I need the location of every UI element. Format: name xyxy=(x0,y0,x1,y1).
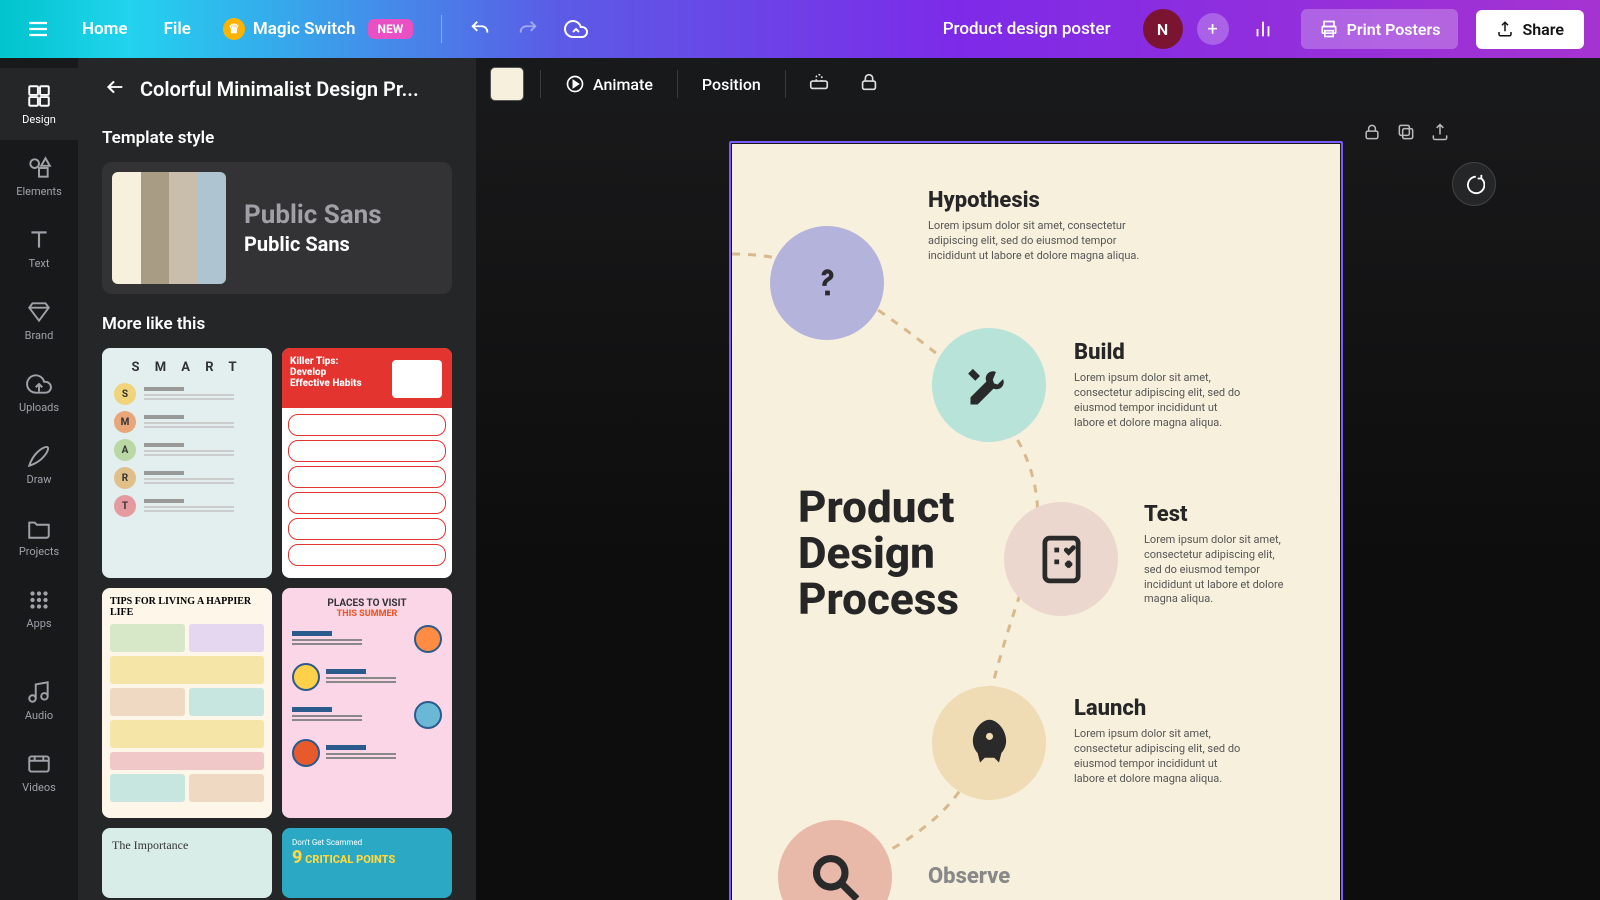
sidebar-label: Text xyxy=(29,257,50,270)
duplicate-page-icon[interactable] xyxy=(1396,122,1416,146)
upload-icon xyxy=(1496,20,1514,38)
template-thumbnail[interactable]: TIPS FOR LIVING A HAPPIER LIFE xyxy=(102,588,272,818)
step-launch: Launch Lorem ipsum dolor sit amet, conse… xyxy=(1074,696,1244,786)
transparency-button[interactable] xyxy=(802,65,836,103)
sidebar-item-apps[interactable]: Apps xyxy=(0,572,78,644)
lock-page-icon[interactable] xyxy=(1362,122,1382,146)
panel-scroll[interactable]: Template style Public Sans Public Sans M… xyxy=(78,114,476,900)
more-like-this-heading: More like this xyxy=(102,314,452,334)
style-card[interactable]: Public Sans Public Sans xyxy=(102,162,452,294)
user-avatar[interactable]: N xyxy=(1143,9,1183,49)
question-icon xyxy=(799,255,856,312)
sidebar-label: Apps xyxy=(26,617,51,630)
template-style-heading: Template style xyxy=(102,128,452,148)
sidebar-label: Videos xyxy=(22,781,56,794)
hamburger-menu[interactable] xyxy=(16,7,60,51)
sidebar-item-elements[interactable]: Elements xyxy=(0,140,78,212)
sidebar-item-audio[interactable]: Audio xyxy=(0,664,78,736)
animate-label: Animate xyxy=(593,75,653,94)
canvas-viewport[interactable]: Product Design Process Hypothesis Lorem … xyxy=(476,110,1600,900)
sidebar-label: Elements xyxy=(16,185,62,198)
share-label: Share xyxy=(1522,20,1564,39)
animate-icon xyxy=(565,74,585,94)
canvas-area: Animate Position xyxy=(476,58,1600,900)
font-secondary-label: Public Sans xyxy=(244,232,442,256)
page-actions xyxy=(1362,122,1450,146)
animate-button[interactable]: Animate xyxy=(557,68,661,100)
sidebar-item-videos[interactable]: Videos xyxy=(0,736,78,808)
divider xyxy=(441,15,442,43)
position-label: Position xyxy=(702,75,761,94)
node-observe xyxy=(778,820,892,900)
step-hypothesis: Hypothesis Lorem ipsum dolor sit amet, c… xyxy=(928,188,1158,264)
templates-panel: Colorful Minimalist Design Pr... Templat… xyxy=(78,58,476,900)
rocket-icon xyxy=(961,715,1018,772)
sidebar-label: Design xyxy=(22,113,56,126)
sidebar-item-brand[interactable]: Brand xyxy=(0,284,78,356)
sidebar-label: Audio xyxy=(25,709,53,722)
cloud-sync-icon[interactable] xyxy=(556,9,596,49)
analytics-button[interactable] xyxy=(1243,9,1283,49)
node-launch xyxy=(932,686,1046,800)
sidebar-item-design[interactable]: Design xyxy=(0,68,78,140)
sidebar-item-projects[interactable]: Projects xyxy=(0,500,78,572)
sidebar-label: Draw xyxy=(27,473,52,486)
sidebar-item-uploads[interactable]: Uploads xyxy=(0,356,78,428)
back-arrow-icon[interactable] xyxy=(100,76,126,102)
ai-assist-button[interactable] xyxy=(1452,162,1496,206)
background-color-chip[interactable] xyxy=(490,67,524,101)
vertical-sidebar: Design Elements Text Brand Uploads Draw … xyxy=(0,58,78,900)
font-primary-label: Public Sans xyxy=(244,200,442,230)
lock-button[interactable] xyxy=(852,65,886,103)
context-toolbar: Animate Position xyxy=(476,58,1600,110)
style-fonts: Public Sans Public Sans xyxy=(244,200,442,256)
print-label: Print Posters xyxy=(1347,20,1441,39)
template-thumbnail[interactable]: Killer Tips:DevelopEffective Habits xyxy=(282,348,452,578)
step-build: Build Lorem ipsum dolor sit amet, consec… xyxy=(1074,340,1244,430)
magnifier-icon xyxy=(807,849,864,900)
template-thumbnail[interactable]: Don't Get Scammed 9 CRITICAL POINTS xyxy=(282,828,452,898)
export-page-icon[interactable] xyxy=(1430,122,1450,146)
crown-icon: ♛ xyxy=(223,18,245,40)
sidebar-item-draw[interactable]: Draw xyxy=(0,428,78,500)
step-observe: Observe xyxy=(928,864,1010,895)
magic-switch-button[interactable]: ♛ Magic Switch NEW xyxy=(213,12,423,46)
template-thumbnail[interactable]: The Importance xyxy=(102,828,272,898)
color-swatches xyxy=(112,172,226,284)
sidebar-label: Uploads xyxy=(19,401,59,414)
node-build xyxy=(932,328,1046,442)
poster-title: Product Design Process xyxy=(798,484,959,623)
document-title[interactable]: Product design poster xyxy=(931,11,1123,47)
thumb-title: S M A R T xyxy=(114,360,260,375)
template-thumbnail[interactable]: PLACES TO VISIT THIS SUMMER xyxy=(282,588,452,818)
panel-title: Colorful Minimalist Design Pr... xyxy=(140,77,419,101)
step-test: Test Lorem ipsum dolor sit amet, consect… xyxy=(1144,502,1294,607)
node-test xyxy=(1004,502,1118,616)
template-thumbnail[interactable]: S M A R T S M A R T xyxy=(102,348,272,578)
sidebar-label: Projects xyxy=(19,545,59,558)
home-link[interactable]: Home xyxy=(68,11,142,47)
magic-switch-label: Magic Switch xyxy=(253,19,356,39)
file-menu[interactable]: File xyxy=(150,11,205,47)
topbar: Home File ♛ Magic Switch NEW Product des… xyxy=(0,0,1600,58)
redo-button[interactable] xyxy=(508,9,548,49)
position-button[interactable]: Position xyxy=(694,69,769,100)
print-posters-button[interactable]: Print Posters xyxy=(1301,9,1459,49)
printer-icon xyxy=(1319,19,1339,39)
sidebar-item-text[interactable]: Text xyxy=(0,212,78,284)
add-collaborator-button[interactable]: + xyxy=(1197,13,1229,45)
node-hypothesis xyxy=(770,226,884,340)
top-left-nav: Home File ♛ Magic Switch NEW xyxy=(68,11,423,47)
share-button[interactable]: Share xyxy=(1476,10,1584,49)
new-badge: NEW xyxy=(368,19,414,39)
poster-page[interactable]: Product Design Process Hypothesis Lorem … xyxy=(732,144,1340,900)
sidebar-label: Brand xyxy=(25,329,54,342)
checklist-icon xyxy=(1033,531,1090,588)
undo-button[interactable] xyxy=(460,9,500,49)
tools-icon xyxy=(961,357,1018,414)
